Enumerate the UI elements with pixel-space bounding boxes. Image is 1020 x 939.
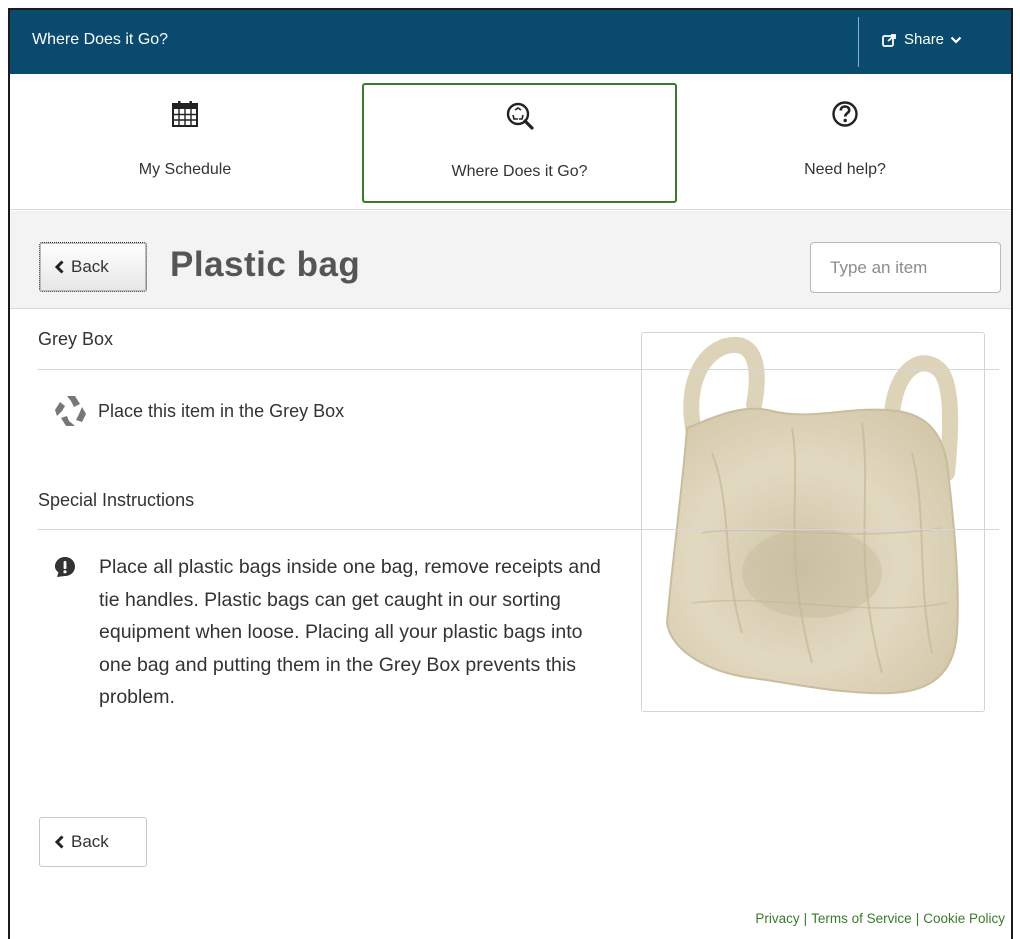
share-button[interactable]: Share [882, 31, 962, 48]
back-label: Back [71, 832, 109, 851]
recycle-icon [55, 396, 86, 426]
disposal-instruction: Place this item in the Grey Box [53, 393, 344, 429]
tab-label: Need help? [804, 161, 886, 178]
item-search-input[interactable] [810, 242, 1001, 293]
calendar-icon [172, 101, 198, 127]
cookie-policy-link[interactable]: Cookie Policy [923, 911, 1005, 926]
app-title: Where Does it Go? [32, 31, 169, 48]
special-instructions-heading: Special Instructions [38, 490, 195, 510]
divider [38, 529, 999, 530]
back-button[interactable]: Back [39, 242, 147, 292]
separator: | [915, 911, 920, 926]
tab-label: Where Does it Go? [451, 163, 588, 180]
chevron-down-icon [950, 36, 962, 44]
app-frame: Where Does it Go? Share My Schedule Wher… [8, 8, 1013, 939]
question-icon [832, 101, 858, 127]
category-heading: Grey Box [38, 329, 114, 349]
separator: | [803, 911, 808, 926]
page-title: Plastic bag [170, 245, 361, 284]
chevron-left-icon [54, 260, 64, 274]
bottom-back-button[interactable]: Back [39, 817, 147, 867]
plastic-bag-photo [665, 336, 959, 695]
chevron-left-icon [54, 835, 64, 849]
disposal-text: Place this item in the Grey Box [98, 400, 345, 421]
privacy-link[interactable]: Privacy [755, 911, 799, 926]
special-instructions-text: Place all plastic bags inside one bag, r… [99, 556, 601, 709]
top-bar: Where Does it Go? Share [10, 10, 1011, 74]
tab-label: My Schedule [138, 161, 232, 178]
recycle-search-icon [506, 102, 534, 130]
tab-where-does-it-go[interactable]: Where Does it Go? [362, 83, 677, 203]
tab-my-schedule[interactable]: My Schedule [10, 83, 360, 203]
back-label: Back [71, 257, 109, 276]
title-bar: Back Plastic bag [10, 211, 1011, 309]
terms-link[interactable]: Terms of Service [811, 911, 912, 926]
divider [38, 369, 999, 370]
footer-links: Privacy | Terms of Service | Cookie Poli… [755, 911, 1005, 926]
main-nav: My Schedule Where Does it Go? Need help? [10, 74, 1011, 210]
share-icon [882, 33, 896, 47]
alert-icon [55, 557, 75, 577]
share-label: Share [904, 31, 945, 48]
tab-need-help[interactable]: Need help? [680, 83, 1010, 203]
item-photo [641, 332, 985, 712]
header-divider [858, 17, 859, 67]
